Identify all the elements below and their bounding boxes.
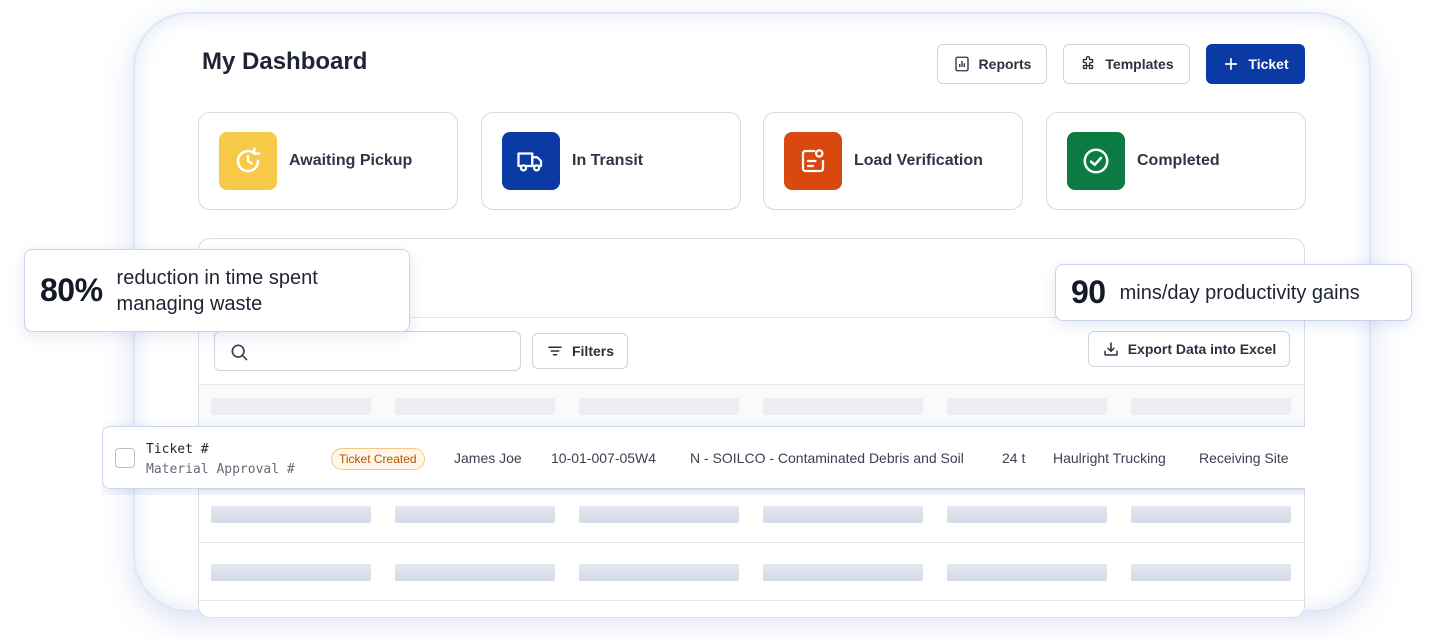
- search-field[interactable]: [214, 331, 521, 371]
- ticket-number-label: Ticket #: [146, 442, 209, 457]
- status-card-label: Completed: [1137, 152, 1220, 169]
- material-approval-label: Material Approval #: [146, 462, 295, 477]
- row-divider: [199, 542, 1304, 543]
- header-placeholder: [395, 398, 555, 415]
- export-excel-button[interactable]: Export Data into Excel: [1088, 331, 1290, 367]
- filters-button[interactable]: Filters: [532, 333, 628, 369]
- filter-icon: [548, 346, 562, 356]
- cell-placeholder: [1131, 506, 1291, 523]
- driver-cell: James Joe: [454, 450, 522, 466]
- bar-chart-icon: [954, 56, 969, 72]
- status-card-in-transit[interactable]: In Transit: [481, 112, 741, 210]
- status-card-label: Awaiting Pickup: [289, 152, 413, 169]
- templates-button[interactable]: Templates: [1063, 44, 1190, 84]
- row-checkbox[interactable]: [115, 448, 135, 468]
- status-card-label: In Transit: [572, 152, 644, 169]
- check-circle-icon: [1067, 132, 1125, 190]
- page-title: My Dashboard: [202, 48, 368, 75]
- status-card-awaiting-pickup[interactable]: Awaiting Pickup: [198, 112, 458, 210]
- destination-cell: Receiving Site: [1199, 450, 1289, 466]
- cell-placeholder: [1131, 564, 1291, 581]
- weight-cell: 24 t: [1002, 450, 1026, 466]
- header-placeholder: [579, 398, 739, 415]
- carrier-cell: Haulright Trucking: [1053, 450, 1166, 466]
- clock-rotate-icon: [219, 132, 277, 190]
- status-card-label: Load Verification: [854, 152, 983, 169]
- row-divider: [199, 600, 1304, 601]
- status-card-completed[interactable]: Completed: [1046, 112, 1306, 210]
- search-icon: [231, 344, 248, 361]
- export-button-label: Export Data into Excel: [1127, 341, 1277, 357]
- new-ticket-button-label: Ticket: [1248, 56, 1289, 72]
- download-icon: [1103, 342, 1118, 356]
- highlighted-row-clip: Ticket # Material Approval # Ticket Crea…: [102, 420, 1305, 495]
- cell-placeholder: [211, 506, 371, 523]
- document-check-icon: [784, 132, 842, 190]
- cell-placeholder: [579, 564, 739, 581]
- location-code-cell: 10-01-007-05W4: [551, 450, 657, 466]
- status-badge: Ticket Created: [331, 448, 425, 470]
- plus-icon: [1225, 57, 1238, 71]
- productivity-stat-text: mins/day productivity gains: [1119, 281, 1360, 304]
- status-card-load-verification[interactable]: Load Verification: [763, 112, 1023, 210]
- truck-icon: [502, 132, 560, 190]
- cell-placeholder: [763, 506, 923, 523]
- cell-placeholder: [211, 564, 371, 581]
- cell-placeholder: [395, 506, 555, 523]
- material-cell: N - SOILCO - Contaminated Debris and Soi…: [690, 450, 964, 466]
- cell-placeholder: [763, 564, 923, 581]
- reduction-stat-card: 80% reduction in time spent managing was…: [24, 249, 410, 332]
- templates-button-label: Templates: [1105, 56, 1174, 72]
- reports-button[interactable]: Reports: [937, 44, 1047, 84]
- reports-button-label: Reports: [978, 56, 1032, 72]
- header-placeholder: [763, 398, 923, 415]
- cell-placeholder: [395, 564, 555, 581]
- cell-placeholder: [579, 506, 739, 523]
- reduction-stat-value: 80%: [40, 272, 103, 308]
- new-ticket-button[interactable]: Ticket: [1206, 44, 1305, 84]
- filters-button-label: Filters: [571, 343, 614, 359]
- puzzle-icon: [1083, 55, 1094, 70]
- row-identifiers: Ticket # Material Approval #: [146, 440, 295, 480]
- search-input[interactable]: [259, 340, 509, 364]
- cell-placeholder: [947, 506, 1107, 523]
- cell-placeholder: [947, 564, 1107, 581]
- productivity-stat-card: 90 mins/day productivity gains: [1055, 264, 1412, 321]
- productivity-stat-value: 90: [1071, 274, 1106, 310]
- header-placeholder: [947, 398, 1107, 415]
- reduction-stat-text: reduction in time spent managing waste: [116, 266, 318, 315]
- header-placeholder: [211, 398, 371, 415]
- table-row[interactable]: Ticket # Material Approval # Ticket Crea…: [102, 426, 1305, 489]
- header-placeholder: [1131, 398, 1291, 415]
